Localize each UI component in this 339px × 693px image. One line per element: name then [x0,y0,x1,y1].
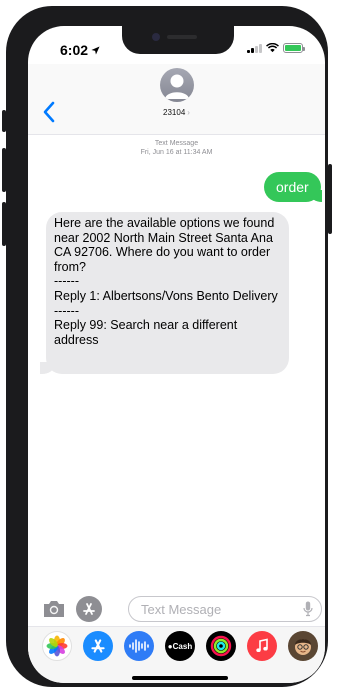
photos-app-icon[interactable] [42,631,72,661]
message-line: Reply 1: Albertsons/Vons Bento Delivery [54,288,278,303]
app-store-app-icon[interactable] [83,631,113,661]
music-note-icon [256,638,268,652]
volume-down-button [2,202,6,246]
fitness-app-icon[interactable] [206,631,236,661]
waveform-icon [129,639,149,653]
microphone-icon[interactable] [303,601,313,617]
mute-switch [2,110,6,132]
message-input-bar [28,594,325,624]
status-bar-time: 6:02 [60,42,100,58]
volume-up-button [2,148,6,192]
message-line: Here are the available options we found … [54,216,275,274]
imessage-app-drawer: ●Cash [28,626,325,683]
activity-rings-icon [210,635,232,657]
cellular-signal-icon [247,43,262,53]
message-date-label: Fri, Jun 16 at 11:34 AM [140,149,213,156]
conversation-header: 23104 › [28,64,325,135]
message-timestamp: Text Message Fri, Jun 16 at 11:34 AM [28,139,325,157]
status-bar-indicators [247,43,305,53]
incoming-message-bubble[interactable]: Here are the available options we found … [46,212,289,374]
power-button [328,164,332,234]
outgoing-message-bubble[interactable]: order [264,172,321,202]
wifi-icon [266,43,279,53]
apple-cash-app-icon[interactable]: ●Cash [165,631,195,661]
person-silhouette-icon [165,74,189,99]
earpiece-speaker [167,35,197,39]
app-store-a-icon [91,639,105,653]
message-type-label: Text Message [154,140,199,147]
memoji-app-icon[interactable] [288,631,318,661]
notch [122,26,234,54]
app-store-button[interactable] [76,596,102,622]
battery-icon [283,43,305,53]
message-input[interactable] [139,597,293,621]
message-line: ------ [54,274,79,289]
message-text-field[interactable] [128,596,322,622]
apple-cash-label: ●Cash [167,641,193,651]
memoji-face-icon [295,639,311,655]
home-indicator[interactable] [132,676,228,680]
photos-flower-icon [46,635,68,657]
contact-name[interactable]: 23104 › [28,108,325,117]
location-arrow-icon [91,45,100,55]
app-store-icon [83,603,95,615]
chevron-right-icon: › [187,108,190,117]
contact-avatar[interactable] [160,68,194,102]
camera-icon[interactable] [42,600,66,618]
music-app-icon[interactable] [247,631,277,661]
phone-screen: 6:02 23104 › Text Message Fri, Jun 16 at… [28,26,325,683]
message-line: ------ [54,303,79,318]
front-camera [152,33,160,41]
audio-message-app-icon[interactable] [124,631,154,661]
phone-frame: 6:02 23104 › Text Message Fri, Jun 16 at… [2,6,332,687]
message-line: Reply 99: Search near a different addres… [54,318,238,347]
